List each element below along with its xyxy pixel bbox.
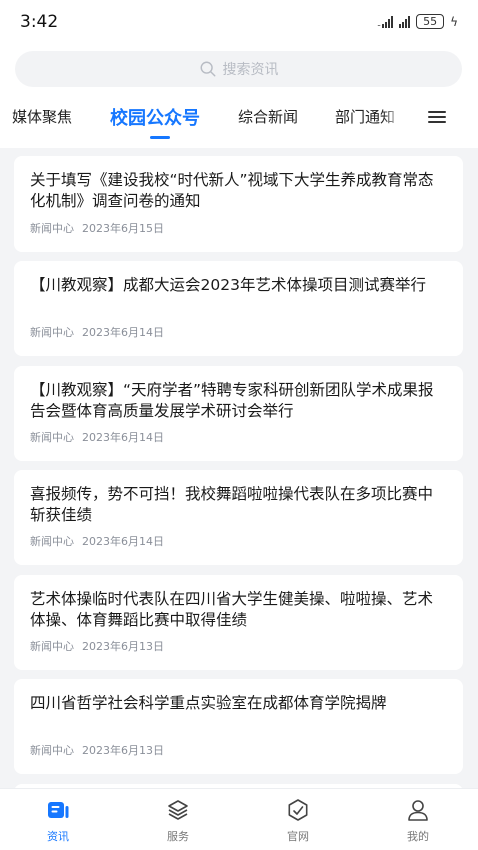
signal-icon: .. — [377, 15, 394, 28]
status-bar: 3:42 .. 55 ϟ — [0, 0, 478, 48]
article-meta: 新闻中心 2023年6月14日 — [30, 533, 164, 549]
article-title: 【川教观察】成都大运会2023年艺术体操项目测试赛举行 — [30, 276, 426, 294]
list-item[interactable]: 【川教观察】“天府学者”特聘专家科研创新团队学术成果报告会暨体育高质量发展学术研… — [14, 366, 463, 461]
article-date: 2023年6月14日 — [82, 535, 164, 548]
article-title: 【川教观察】“天府学者”特聘专家科研创新团队学术成果报告会暨体育高质量发展学术研… — [30, 381, 434, 420]
article-source: 新闻中心 — [30, 222, 74, 235]
nav-official-site[interactable]: 官网 — [258, 797, 338, 844]
list-item[interactable]: 关于填写《建设我校“时代新人”视域下大学生养成教育常态化机制》调查问卷的通知 新… — [14, 156, 463, 252]
layers-icon — [168, 800, 188, 820]
tab-fade — [382, 98, 404, 138]
bottom-navigation: 资讯 服务 官网 我的 — [0, 788, 478, 850]
article-source: 新闻中心 — [30, 535, 74, 548]
article-meta: 新闻中心 2023年6月13日 — [30, 742, 164, 758]
article-date: 2023年6月14日 — [82, 326, 164, 339]
search-input[interactable]: 搜索资讯 — [15, 51, 462, 87]
nav-label: 我的 — [407, 830, 429, 843]
compass-icon — [288, 799, 308, 821]
article-meta: 新闻中心 2023年6月14日 — [30, 324, 164, 340]
list-item[interactable]: 艺术体操临时代表队在四川省大学生健美操、啦啦操、艺术体操、体育舞蹈比赛中取得佳绩… — [14, 575, 463, 670]
news-feed[interactable]: 关于填写《建设我校“时代新人”视域下大学生养成教育常态化机制》调查问卷的通知 新… — [0, 148, 478, 788]
signal-icon — [399, 15, 411, 28]
category-tabs: 媒体聚焦 校园公众号 综合新闻 部门通知 — [0, 98, 478, 140]
list-item[interactable]: 【川教观察】成都大运会2023年艺术体操项目测试赛举行 新闻中心 2023年6月1… — [14, 261, 463, 356]
status-time: 3:42 — [20, 12, 59, 32]
article-source: 新闻中心 — [30, 431, 74, 444]
article-meta: 新闻中心 2023年6月14日 — [30, 429, 164, 445]
tab-media-focus[interactable]: 媒体聚焦 — [12, 106, 72, 127]
article-date: 2023年6月15日 — [82, 222, 164, 235]
search-placeholder: 搜索资讯 — [222, 62, 279, 78]
article-source: 新闻中心 — [30, 744, 74, 757]
charging-icon: ϟ — [450, 14, 458, 29]
article-title: 四川省哲学社会科学重点实验室在成都体育学院揭牌 — [30, 694, 387, 712]
nav-label: 官网 — [287, 830, 309, 843]
article-date: 2023年6月13日 — [82, 640, 164, 653]
search-icon — [200, 61, 215, 77]
battery-icon: 55 — [416, 14, 445, 29]
user-icon — [408, 800, 428, 821]
article-date: 2023年6月14日 — [82, 431, 164, 444]
article-source: 新闻中心 — [30, 326, 74, 339]
article-meta: 新闻中心 2023年6月15日 — [30, 220, 164, 236]
list-item[interactable]: 喜报频传，势不可挡！我校舞蹈啦啦操代表队在多项比赛中斩获佳绩 新闻中心 2023年… — [14, 470, 463, 565]
nav-label: 资讯 — [47, 830, 69, 843]
article-title: 关于填写《建设我校“时代新人”视域下大学生养成教育常态化机制》调查问卷的通知 — [30, 171, 434, 210]
article-source: 新闻中心 — [30, 640, 74, 653]
active-tab-indicator — [150, 136, 170, 139]
article-title: 喜报频传，势不可挡！我校舞蹈啦啦操代表队在多项比赛中斩获佳绩 — [30, 485, 434, 524]
header-area: 3:42 .. 55 ϟ 搜索资讯 媒体聚焦 校园公众号 综合新闻 部门通知 — [0, 0, 478, 148]
nav-news[interactable]: 资讯 — [18, 797, 98, 844]
nav-profile[interactable]: 我的 — [378, 797, 458, 844]
list-item[interactable]: 四川省哲学社会科学重点实验室在成都体育学院揭牌 新闻中心 2023年6月13日 — [14, 679, 463, 774]
news-icon — [48, 802, 69, 818]
tab-campus-accounts[interactable]: 校园公众号 — [110, 104, 200, 130]
nav-label: 服务 — [167, 830, 189, 843]
article-title: 艺术体操临时代表队在四川省大学生健美操、啦啦操、艺术体操、体育舞蹈比赛中取得佳绩 — [30, 590, 434, 629]
article-date: 2023年6月13日 — [82, 744, 164, 757]
article-meta: 新闻中心 2023年6月13日 — [30, 638, 164, 654]
nav-services[interactable]: 服务 — [138, 797, 218, 844]
tab-general-news[interactable]: 综合新闻 — [238, 106, 298, 127]
status-icons: .. 55 ϟ — [377, 14, 458, 29]
menu-icon[interactable] — [425, 108, 449, 128]
